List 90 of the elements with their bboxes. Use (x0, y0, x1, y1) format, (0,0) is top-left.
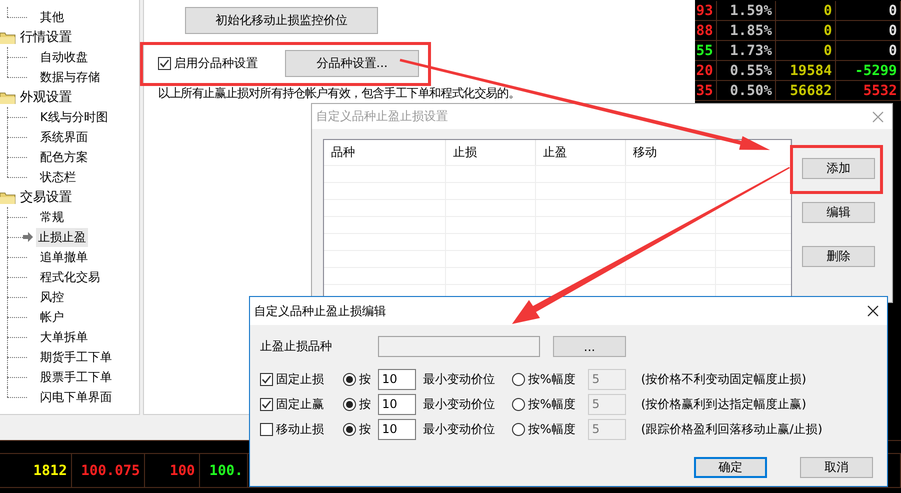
dialog-button[interactable]: 添加 (802, 158, 875, 179)
quote-cell: 100.075 (72, 454, 145, 487)
radio-button[interactable] (343, 398, 356, 410)
tree-folder[interactable]: 外观设置 (20, 88, 72, 106)
tree-item[interactable]: 风控 (38, 288, 66, 306)
radio-button[interactable] (512, 398, 525, 410)
quote-cell: 100 (145, 454, 200, 487)
tree-item[interactable]: 闪电下单界面 (38, 388, 114, 406)
dialog-button[interactable]: 确定 (694, 457, 767, 478)
dialog-title: 自定义品种止盈止损设置 (316, 108, 448, 125)
quote-cell: 1.59% (717, 1, 776, 21)
tree-item[interactable]: 追单撤单 (38, 248, 90, 266)
tree-folder[interactable]: 交易设置 (20, 188, 72, 206)
reset-button[interactable]: 初始化移动止损监控价位 (185, 7, 378, 34)
checkbox[interactable] (158, 57, 171, 70)
radio-label: 按 (359, 420, 371, 438)
tree-item[interactable]: 常规 (38, 208, 66, 226)
number-field[interactable]: 10 (378, 418, 416, 440)
number-field[interactable]: 10 (378, 368, 416, 390)
tree-item[interactable]: 程式化交易 (38, 268, 102, 286)
tree-item[interactable]: 系统界面 (38, 128, 90, 146)
quote-cell: 100. (200, 454, 248, 487)
quote-cell: 0.55% (717, 61, 776, 81)
quote-cell: 0.50% (717, 81, 776, 101)
tree-item[interactable]: 其他 (38, 8, 66, 26)
hint-text: (按价格不利变动固定幅度止损) (640, 370, 808, 388)
note-text: 以上所有止赢止损对所有持仓帐户有效，包含手工下单和程式化交易的。 (158, 85, 521, 102)
radio-label: 按 (359, 396, 371, 412)
quote-cell: 0 (776, 21, 836, 41)
quote-cell: 0 (836, 41, 901, 61)
tree-item[interactable]: 状态栏 (38, 168, 78, 186)
radio-button[interactable] (343, 422, 356, 436)
quote-cell: 0 (776, 41, 836, 61)
quote-cell: 35 (695, 81, 717, 101)
quote-cell: 1.73% (717, 41, 776, 61)
checkbox[interactable] (260, 398, 273, 410)
radio-button[interactable] (343, 372, 356, 386)
checkbox-label: 启用分品种设置 (174, 55, 258, 72)
hint-text: (跟踪价格盈利回落移动止赢/止损) (640, 420, 824, 438)
tree-item[interactable]: 配色方案 (38, 148, 90, 166)
quote-cell: 93 (695, 1, 717, 21)
quote-cell: 0 (836, 1, 901, 21)
dialog-button[interactable]: 编辑 (802, 202, 875, 223)
quote-cell: -5299 (836, 61, 901, 81)
quote-cell: 0 (836, 21, 901, 41)
quote-cell: 20 (695, 61, 717, 81)
quote-cell: 0 (776, 1, 836, 21)
tree-folder[interactable]: 行情设置 (20, 28, 72, 46)
quote-cell: 5532 (836, 81, 901, 101)
radio-label: 按%幅度 (528, 420, 576, 438)
quote-cell: 1.85% (717, 21, 776, 41)
browse-button[interactable]: ... (553, 336, 626, 357)
per-symbol-button[interactable]: 分品种设置... (285, 50, 419, 77)
quote-cell: 55 (695, 41, 717, 61)
tree-item[interactable]: 止损止盈 (36, 228, 88, 246)
unit-text: 最小变动价位 (422, 370, 496, 388)
checkbox-label: 固定止赢 (276, 396, 324, 412)
radio-button[interactable] (512, 422, 525, 436)
tree-item[interactable]: 股票手工下单 (38, 368, 114, 386)
radio-label: 按%幅度 (528, 370, 576, 388)
tree-item[interactable]: 期货手工下单 (38, 348, 114, 366)
quote-cell: 19584 (776, 61, 836, 81)
quote-cell: 88 (695, 21, 717, 41)
checkbox[interactable] (260, 422, 273, 436)
checkbox-label: 固定止损 (276, 370, 324, 388)
radio-button[interactable] (512, 372, 525, 386)
unit-text: 最小变动价位 (422, 420, 496, 438)
hint-text: (按价格赢利到达指定幅度止赢) (640, 396, 808, 412)
close-icon[interactable] (867, 305, 879, 317)
quote-cell: 1812 (0, 454, 72, 487)
dialog-button[interactable]: 取消 (800, 457, 873, 478)
folder-icon (0, 190, 16, 204)
checkbox[interactable] (260, 372, 273, 386)
radio-label: 按%幅度 (528, 396, 576, 412)
tree-item[interactable]: 大单拆单 (38, 328, 90, 346)
dialog-title: 自定义品种止盈止损编辑 (254, 302, 386, 320)
unit-text: 最小变动价位 (422, 396, 496, 412)
checkbox-label: 移动止损 (276, 420, 324, 438)
folder-icon (0, 30, 16, 44)
quote-cell: 56682 (776, 81, 836, 101)
folder-icon (0, 90, 16, 104)
tree-item[interactable]: 自动收盘 (38, 48, 90, 66)
symbol-field[interactable] (378, 336, 540, 357)
dialog-button[interactable]: 删除 (802, 246, 875, 267)
tree-item[interactable]: 帐户 (38, 308, 66, 326)
tree-item[interactable]: 数据与存储 (38, 68, 102, 86)
tree-item[interactable]: K线与分时图 (38, 108, 110, 126)
radio-label: 按 (359, 370, 371, 388)
field-label: 止盈止损品种 (260, 338, 333, 355)
number-field[interactable]: 10 (378, 394, 416, 414)
